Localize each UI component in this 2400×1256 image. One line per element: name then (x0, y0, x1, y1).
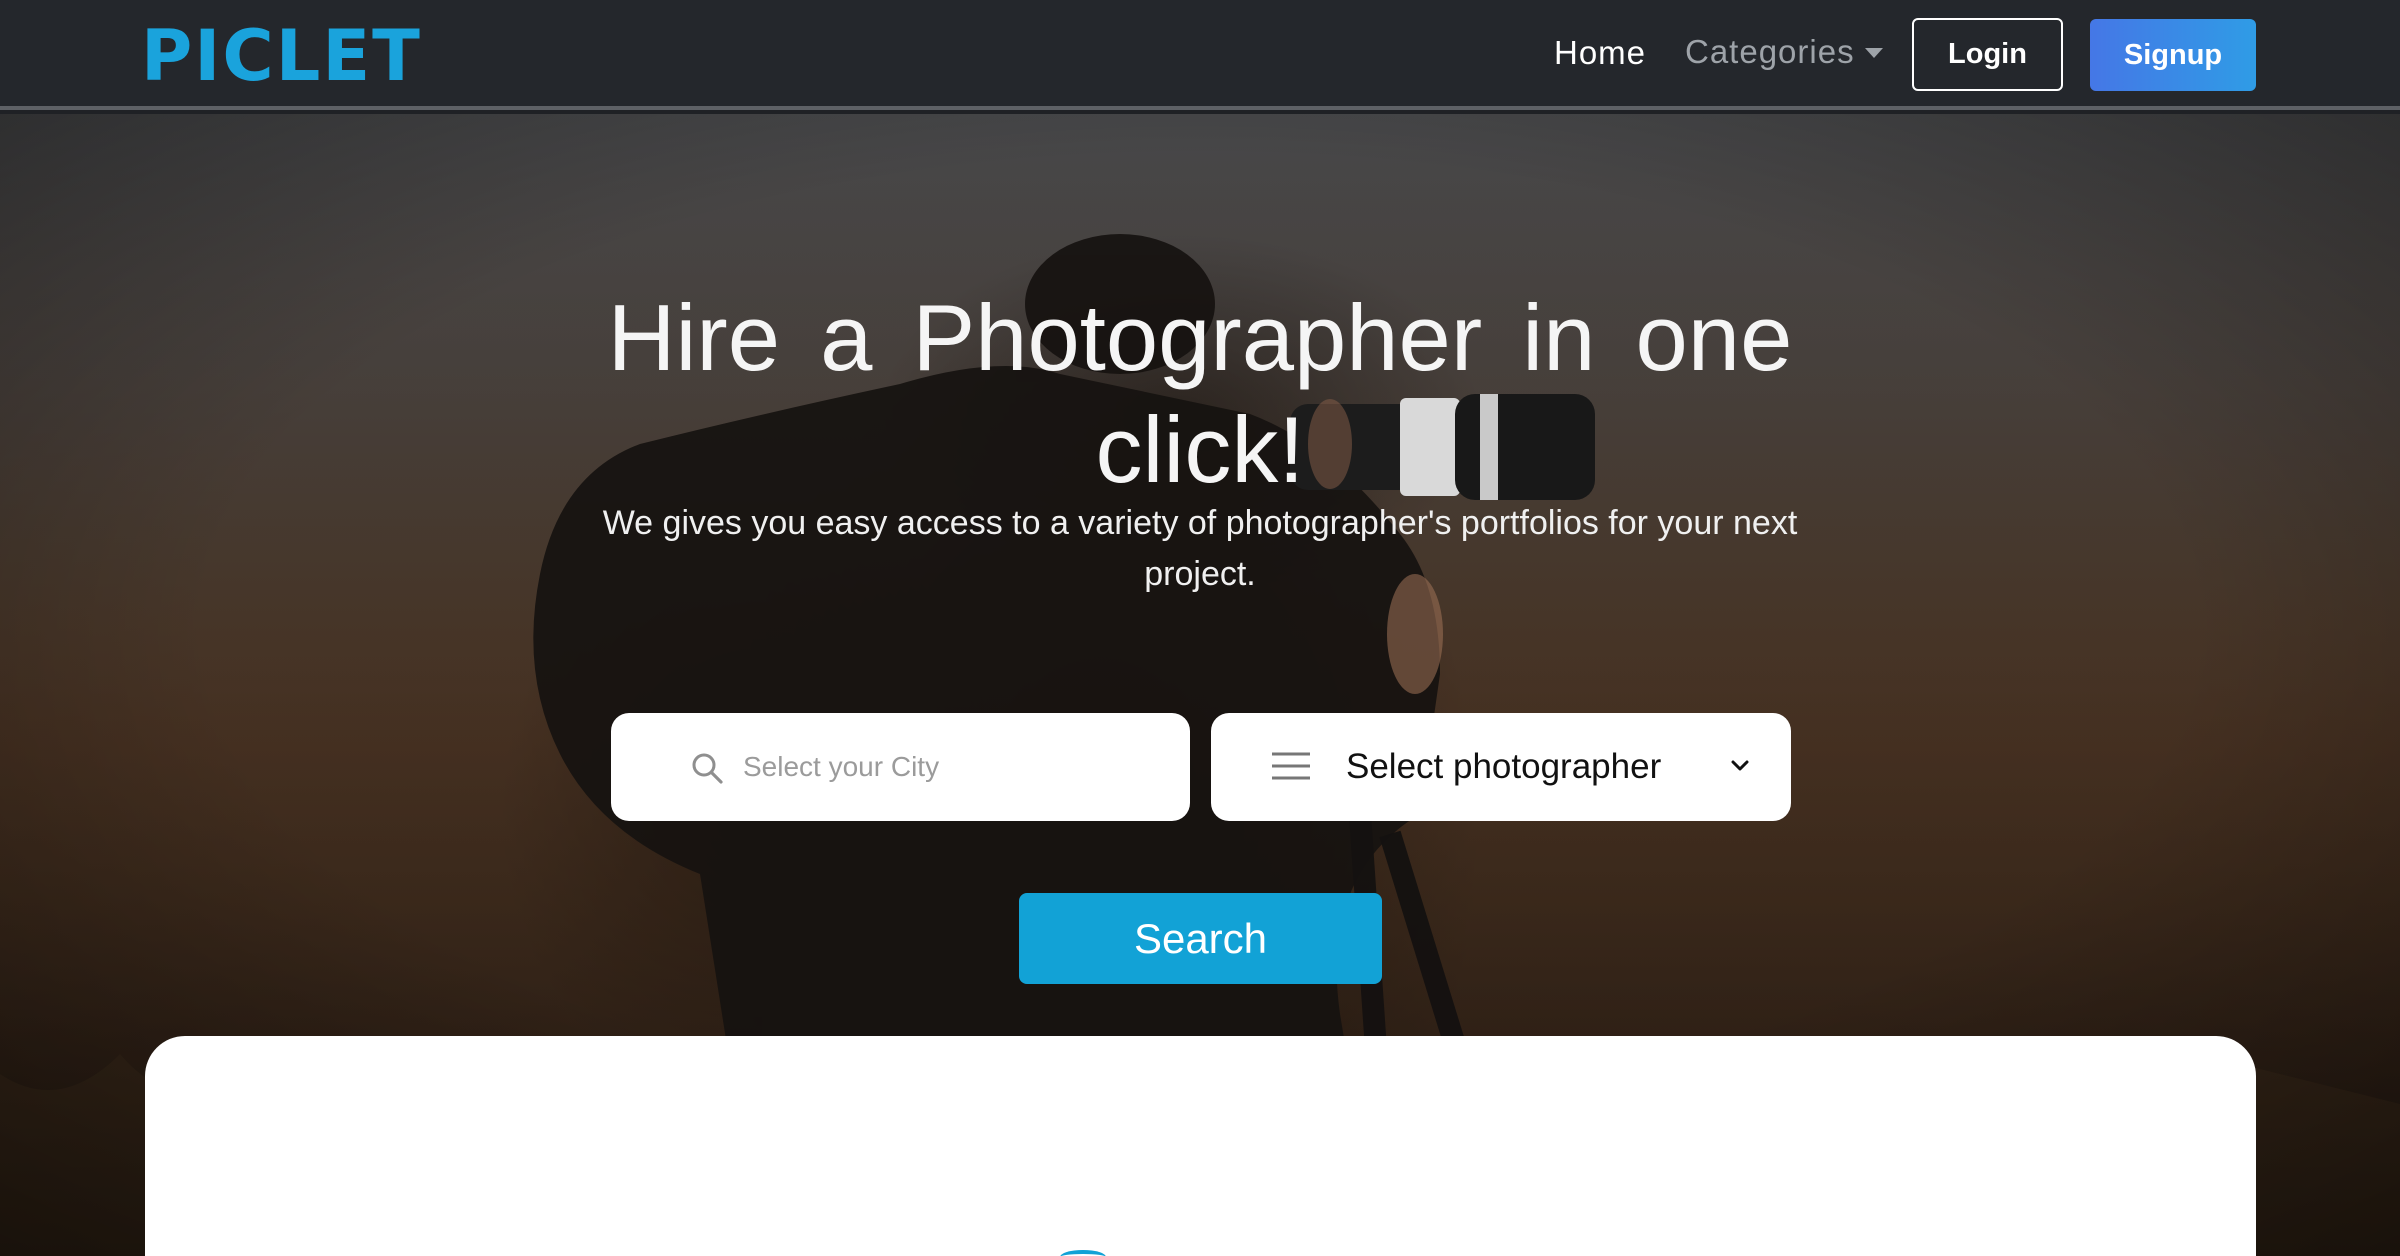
logo[interactable]: PICLET (141, 16, 422, 96)
city-search-box[interactable] (611, 713, 1190, 821)
login-button[interactable]: Login (1912, 18, 2063, 91)
photographer-select-value: Select photographer (1346, 747, 1662, 786)
search-icon (692, 753, 723, 784)
nav-link-home[interactable]: Home (1554, 32, 1646, 74)
navbar: PICLET Home Categories Login Signup (0, 0, 2400, 110)
chevron-down-icon (1731, 760, 1749, 771)
city-search-input[interactable] (743, 741, 1163, 793)
content-card (145, 1036, 2256, 1256)
hero-title: Hire a Photographer in one click! (607, 285, 1793, 502)
photographer-select[interactable]: Select photographer (1211, 713, 1791, 821)
caret-down-icon (1864, 48, 1883, 58)
signup-button[interactable]: Signup (2090, 19, 2256, 91)
menu-icon (1272, 752, 1310, 780)
nav-dropdown-categories[interactable]: Categories (1685, 31, 1883, 73)
hero-subtitle: We gives you easy access to a variety of… (602, 504, 1798, 593)
search-button[interactable]: Search (1019, 893, 1382, 984)
nav-categories-label: Categories (1685, 33, 1855, 70)
